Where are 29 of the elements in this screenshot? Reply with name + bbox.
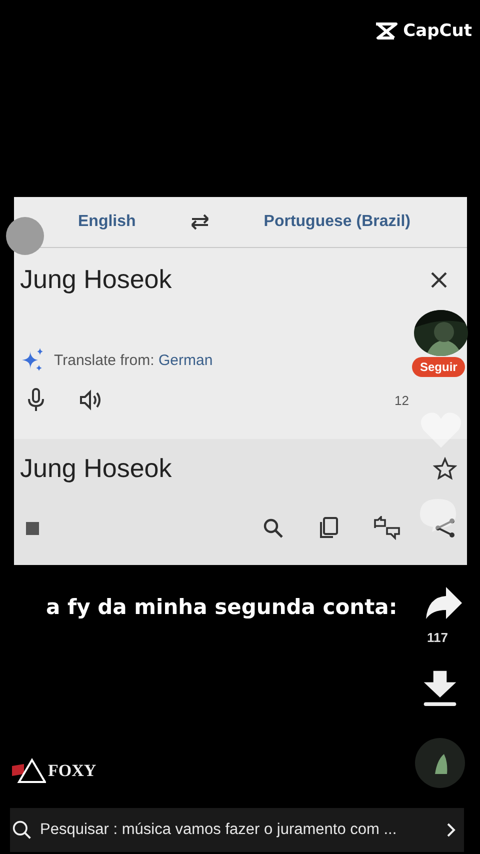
logo-text: CapCut: [403, 21, 472, 41]
chevron-icon: [446, 822, 456, 838]
translation-text: Jung Hoseok: [20, 453, 172, 484]
close-icon[interactable]: [429, 270, 449, 290]
microphone-icon[interactable]: [26, 387, 46, 413]
input-text[interactable]: Jung Hoseok: [20, 264, 172, 295]
target-language-button[interactable]: Portuguese (Brazil): [264, 213, 410, 231]
detected-language-text: Translate from: German: [54, 352, 213, 368]
share-icon[interactable]: [433, 516, 457, 540]
download-icon[interactable]: [421, 668, 459, 708]
page-indicator: [6, 217, 44, 255]
share-count: 117: [427, 630, 448, 645]
search-icon[interactable]: [261, 516, 285, 540]
share-arrow-icon[interactable]: [424, 585, 464, 621]
source-language-button[interactable]: English: [78, 213, 136, 231]
foxy-logo-icon: [12, 758, 46, 784]
stop-icon[interactable]: [26, 522, 39, 534]
video-caption: a fy da minha segunda conta:: [46, 595, 398, 619]
follow-button[interactable]: Seguir: [412, 357, 466, 377]
brand-name: FOXY: [48, 761, 96, 781]
search-icon: [12, 820, 32, 840]
search-suggestion-bar[interactable]: Pesquisar : música vamos fazer o juramento com ...: [10, 808, 464, 852]
music-disc-icon[interactable]: [415, 738, 465, 788]
character-count: 12: [394, 392, 409, 408]
copy-icon[interactable]: [317, 516, 341, 540]
speaker-icon[interactable]: [78, 388, 102, 412]
capcut-icon: [374, 21, 398, 41]
thumbs-icon[interactable]: [373, 516, 401, 540]
star-icon[interactable]: [433, 456, 457, 480]
